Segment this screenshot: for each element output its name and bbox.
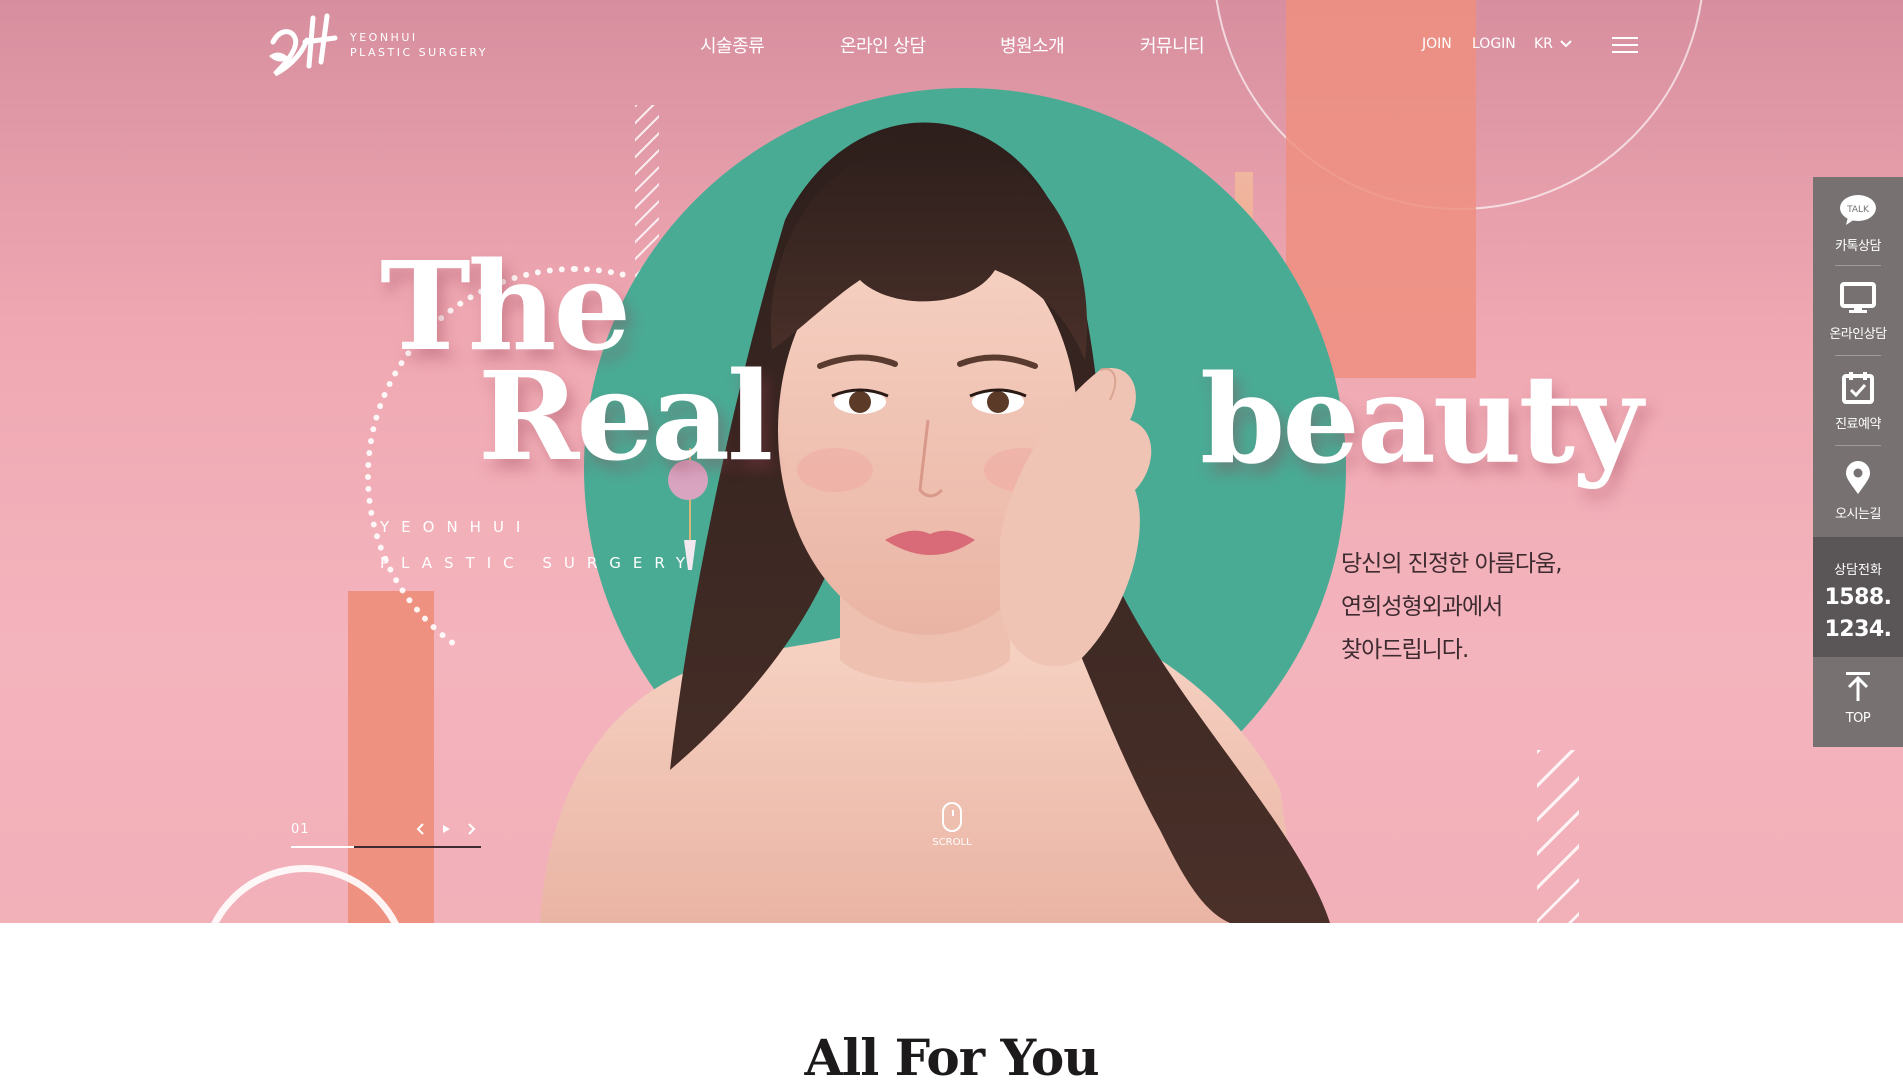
prev-slide-icon[interactable] — [412, 820, 430, 838]
chevron-down-icon — [1560, 40, 1573, 48]
tagline-line: 찾아드립니다. — [1341, 637, 1469, 663]
model-portrait-image — [540, 122, 1330, 923]
join-link[interactable]: JOIN — [1422, 36, 1452, 52]
slide-progress-fill — [291, 846, 354, 848]
quick-directions[interactable]: 오시는길 — [1813, 461, 1903, 522]
headline-word-beauty: beauty — [1200, 347, 1643, 491]
language-label: KR — [1534, 36, 1553, 52]
next-slide-icon[interactable] — [462, 820, 480, 838]
scroll-label: SCROLL — [932, 837, 972, 848]
brand-subtitle-line2: PLASTIC SURGERY — [380, 554, 698, 572]
slide-number: 01 — [291, 822, 310, 837]
tagline-line: 연희성형외과에서 — [1341, 594, 1503, 620]
logo-wordmark: YEONHUI PLASTIC SURGERY — [350, 30, 488, 60]
divider — [1835, 265, 1881, 266]
language-selector[interactable]: KR — [1534, 36, 1573, 52]
tagline-line: 당신의 진정한 아름다움, — [1341, 551, 1563, 577]
talk-bubble-icon: TALK — [1840, 195, 1876, 225]
slide-progress-bar — [291, 846, 481, 848]
monitor-icon — [1840, 282, 1876, 313]
headline-word-real: Real — [478, 344, 773, 488]
phone-number-line1: 1588. — [1824, 585, 1892, 610]
hero-tagline: 당신의 진정한 아름다움, 연희성형외과에서 찾아드립니다. — [1341, 543, 1563, 672]
quick-online-consult[interactable]: 온라인상담 — [1813, 281, 1903, 342]
decorative-coral-bar-left — [348, 591, 434, 923]
yeonhui-logo-icon[interactable] — [265, 12, 345, 82]
hamburger-menu-icon[interactable] — [1612, 37, 1638, 55]
quick-label: 온라인상담 — [1829, 327, 1887, 342]
arrow-up-icon — [1846, 672, 1870, 701]
section-title: All For You — [804, 1028, 1099, 1087]
quick-label: 카톡상담 — [1835, 239, 1881, 254]
talk-badge-text: TALK — [1846, 205, 1870, 215]
logo-text-line1: YEONHUI — [350, 31, 418, 44]
calendar-check-icon — [1842, 372, 1874, 404]
mouse-icon — [942, 802, 962, 832]
phone-title: 상담전화 — [1834, 563, 1882, 578]
login-link[interactable]: LOGIN — [1472, 36, 1516, 52]
quick-menu: TALK 카톡상담 온라인상담 진료예약 오시는길 상담전화 1588. 123… — [1813, 177, 1903, 747]
nav-item-community[interactable]: 커뮤니티 — [1140, 32, 1205, 58]
quick-kakao-talk[interactable]: TALK 카톡상담 — [1813, 193, 1903, 254]
divider — [1835, 355, 1881, 356]
quick-label: TOP — [1845, 711, 1871, 726]
nav-item-about[interactable]: 병원소개 — [1000, 32, 1065, 58]
scroll-top-button[interactable]: TOP — [1813, 669, 1903, 726]
brand-subtitle-line1: YEONHUI — [380, 518, 533, 536]
quick-phone-panel[interactable]: 상담전화 1588. 1234. — [1813, 537, 1903, 657]
map-pin-icon — [1846, 461, 1870, 494]
play-icon[interactable] — [437, 820, 455, 838]
quick-label: 오시는길 — [1835, 507, 1881, 522]
scroll-indicator[interactable]: SCROLL — [932, 802, 972, 852]
quick-reservation[interactable]: 진료예약 — [1813, 371, 1903, 432]
nav-item-procedures[interactable]: 시술종류 — [700, 32, 765, 58]
divider — [1835, 445, 1881, 446]
logo-text-line2: PLASTIC SURGERY — [350, 46, 488, 59]
hero-banner: The Real beauty YEONHUI PLASTIC SURGERY … — [0, 0, 1903, 923]
phone-number-line2: 1234. — [1824, 617, 1892, 642]
nav-item-online-consult[interactable]: 온라인 상담 — [840, 32, 926, 58]
decorative-hatch-lines-bottom — [1537, 750, 1579, 923]
quick-label: 진료예약 — [1835, 417, 1881, 432]
